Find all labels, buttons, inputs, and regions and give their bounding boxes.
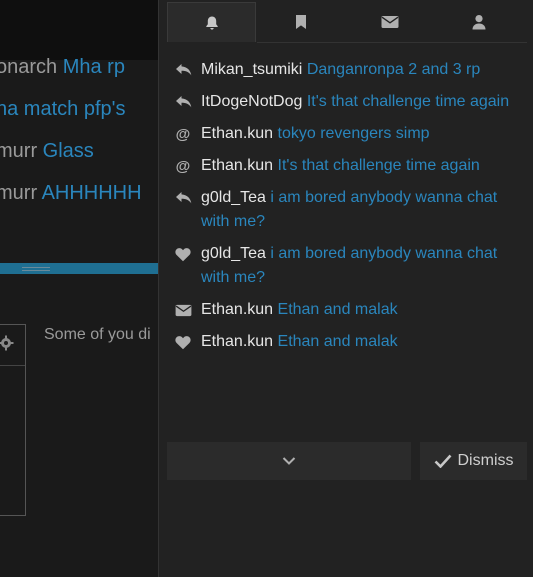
- dismiss-label: Dismiss: [457, 452, 514, 469]
- user-icon: [472, 15, 485, 30]
- notification-text: Mikan_tsumiki Danganronpa 2 and 3 rp: [201, 58, 515, 82]
- background-composer-box: [0, 324, 26, 516]
- background-topic-user: murr: [0, 182, 38, 204]
- gear-icon[interactable]: [0, 335, 14, 351]
- background-topic-title[interactable]: AHHHHHH: [42, 182, 142, 204]
- background-topic-row[interactable]: onarch Mha rp: [0, 56, 125, 79]
- notification-item[interactable]: Ethan.kun Ethan and malak: [175, 330, 515, 354]
- background-topic-row[interactable]: murr Glass: [0, 140, 94, 163]
- notification-topic-link[interactable]: Ethan and malak: [278, 301, 398, 318]
- dismiss-button[interactable]: Dismiss: [420, 442, 527, 480]
- heart-icon: [175, 242, 201, 266]
- notification-item[interactable]: Ethan.kun Ethan and malak: [175, 298, 515, 322]
- background-post-snippet: Some of you di: [44, 326, 151, 343]
- notification-item[interactable]: g0ld_Tea i am bored anybody wanna chat w…: [175, 242, 515, 290]
- notification-user[interactable]: Ethan.kun: [201, 301, 273, 318]
- notification-item[interactable]: @ Ethan.kun tokyo revengers simp: [175, 122, 515, 146]
- chevron-down-icon: [282, 457, 296, 465]
- envelope-icon: [175, 298, 201, 322]
- panel-tabs: [167, 2, 524, 42]
- notification-user[interactable]: Ethan.kun: [201, 333, 273, 350]
- notification-text: Ethan.kun tokyo revengers simp: [201, 122, 515, 146]
- background-topic-title[interactable]: Glass: [43, 140, 94, 162]
- at-icon: @: [175, 154, 201, 178]
- svg-text:@: @: [176, 126, 191, 142]
- notifications-panel: Mikan_tsumiki Danganronpa 2 and 3 rp ItDo…: [158, 0, 533, 577]
- resize-handle[interactable]: [22, 267, 50, 271]
- svg-text:@: @: [176, 158, 191, 174]
- reply-icon: [175, 186, 201, 210]
- check-icon: [434, 454, 451, 468]
- notification-text: g0ld_Tea i am bored anybody wanna chat w…: [201, 242, 515, 290]
- notification-user[interactable]: Ethan.kun: [201, 157, 273, 174]
- notification-text: Ethan.kun Ethan and malak: [201, 330, 515, 354]
- reply-icon: [175, 58, 201, 82]
- notification-item[interactable]: ItDogeNotDog It's that challenge time ag…: [175, 90, 515, 114]
- heart-icon: [175, 330, 201, 354]
- background-header: [0, 0, 160, 60]
- background-topic-row[interactable]: murr AHHHHHH: [0, 182, 142, 205]
- tab-bookmarks[interactable]: [256, 2, 345, 42]
- resize-bar[interactable]: [0, 263, 160, 274]
- notification-text: Ethan.kun Ethan and malak: [201, 298, 515, 322]
- notification-topic-link[interactable]: It's that challenge time again: [278, 157, 480, 174]
- notification-user[interactable]: g0ld_Tea: [201, 245, 266, 262]
- notification-text: Ethan.kun It's that challenge time again: [201, 154, 515, 178]
- notification-topic-link[interactable]: tokyo revengers simp: [278, 125, 430, 142]
- notification-user[interactable]: Mikan_tsumiki: [201, 61, 302, 78]
- envelope-icon: [381, 16, 398, 28]
- notification-topic-link[interactable]: Ethan and malak: [278, 333, 398, 350]
- background-topic-user: onarch: [0, 56, 58, 78]
- notification-user[interactable]: Ethan.kun: [201, 125, 273, 142]
- notification-item[interactable]: Mikan_tsumiki Danganronpa 2 and 3 rp: [175, 58, 515, 82]
- notification-user[interactable]: ItDogeNotDog: [201, 93, 302, 110]
- notification-item[interactable]: @ Ethan.kun It's that challenge time agai…: [175, 154, 515, 178]
- notification-item[interactable]: g0ld_Tea i am bored anybody wanna chat w…: [175, 186, 515, 234]
- notification-list: Mikan_tsumiki Danganronpa 2 and 3 rp ItDo…: [175, 58, 515, 362]
- at-icon: @: [175, 122, 201, 146]
- background-topic-user: murr: [0, 140, 38, 162]
- tab-notifications[interactable]: [167, 2, 256, 42]
- show-more-button[interactable]: [167, 442, 411, 480]
- notification-text: ItDogeNotDog It's that challenge time ag…: [201, 90, 515, 114]
- background-divider: [0, 365, 25, 366]
- tab-profile[interactable]: [434, 2, 523, 42]
- tab-messages[interactable]: [345, 2, 434, 42]
- bookmark-icon: [295, 15, 306, 29]
- notification-text: g0ld_Tea i am bored anybody wanna chat w…: [201, 186, 515, 234]
- reply-icon: [175, 90, 201, 114]
- notification-topic-link[interactable]: Danganronpa 2 and 3 rp: [307, 61, 480, 78]
- tabs-divider: [257, 42, 527, 43]
- panel-footer: Dismiss: [167, 442, 527, 480]
- notification-topic-link[interactable]: It's that challenge time again: [307, 93, 509, 110]
- bell-icon: [205, 16, 218, 30]
- background-topic-row[interactable]: ha match pfp's: [0, 98, 125, 121]
- notification-user[interactable]: g0ld_Tea: [201, 189, 266, 206]
- background-topic-title[interactable]: ha match pfp's: [0, 98, 125, 120]
- background-topic-title[interactable]: Mha rp: [63, 56, 125, 78]
